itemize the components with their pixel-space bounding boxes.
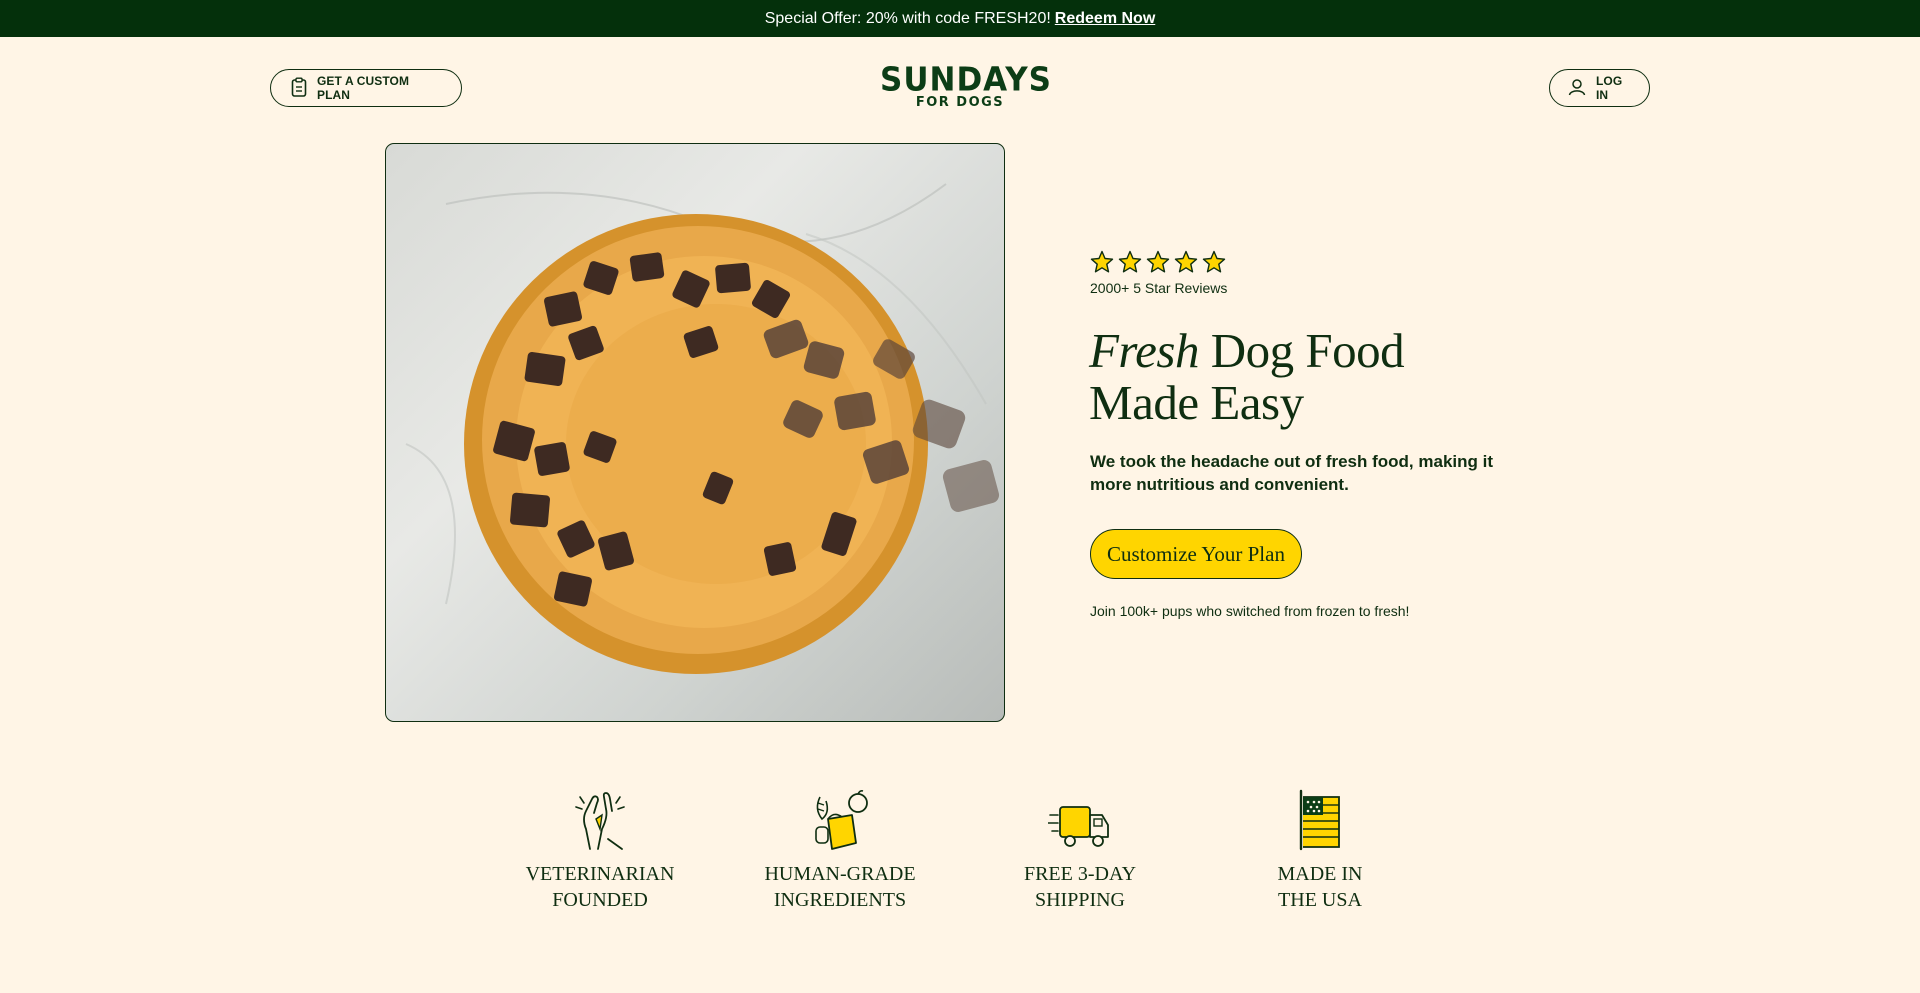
feature-label-line2: SHIPPING (1034, 889, 1126, 911)
feature-label-line1: FREE 3-DAY (1023, 863, 1137, 885)
star-icon (1174, 250, 1198, 273)
hero-subtext: We took the headache out of fresh food, … (1090, 452, 1493, 494)
feature-label-line2: THE USA (1278, 889, 1362, 911)
star-icon (1090, 250, 1114, 273)
hero-image-dog-food-bowl (385, 143, 1005, 722)
star-icon (1146, 250, 1170, 273)
user-icon (1568, 78, 1586, 99)
feature-label-line2: INGREDIENTS (773, 889, 907, 911)
feature-label-line2: FOUNDED (552, 889, 648, 911)
feature-human-grade-ingredients: HUMAN-GRADE INGREDIENTS (750, 785, 930, 913)
feature-label-line1: HUMAN-GRADE (764, 863, 916, 885)
sundays-logo[interactable]: SUNDAYS FOR DOGS (880, 61, 1052, 110)
log-in-button[interactable]: LOG IN (1549, 69, 1650, 107)
rating-stars (1090, 250, 1226, 274)
headline-italic: Fresh (1089, 323, 1200, 378)
redeem-now-link[interactable]: Redeem Now (1055, 10, 1155, 28)
log-in-label: LOG IN (1596, 74, 1623, 102)
clipboard-icon (291, 77, 307, 100)
high-five-icon (575, 792, 625, 850)
feature-veterinarian-founded: VETERINARIAN FOUNDED (510, 785, 690, 913)
ingredients-icon (815, 790, 868, 850)
feature-free-shipping: FREE 3-DAY SHIPPING (990, 785, 1170, 913)
headline-line2: Made Easy (1089, 375, 1304, 430)
reviews-count: 2000+ 5 Star Reviews (1090, 280, 1228, 296)
star-icon (1202, 250, 1226, 273)
feature-label-line1: VETERINARIAN (525, 863, 675, 885)
hero-headline: Fresh Dog Food Made Easy (1089, 323, 1405, 430)
usa-flag-icon (1299, 789, 1340, 851)
feature-made-in-usa: MADE IN THE USA (1230, 785, 1410, 913)
delivery-truck-icon (1048, 806, 1109, 847)
feature-label-line1: MADE IN (1277, 863, 1363, 885)
promo-bar: Special Offer: 20% with code FRESH20! Re… (0, 0, 1920, 37)
join-text: Join 100k+ pups who switched from frozen… (1090, 603, 1410, 619)
logo-title: SUNDAYS (880, 61, 1052, 99)
promo-text: Special Offer: 20% with code FRESH20! (764, 9, 1051, 27)
customize-your-plan-button[interactable]: Customize Your Plan (1090, 529, 1302, 579)
get-custom-plan-button[interactable]: GET A CUSTOM PLAN (270, 69, 462, 107)
plan-button-label: GET A CUSTOM PLAN (317, 74, 410, 102)
headline-rest: Dog Food (1199, 323, 1405, 378)
star-icon (1118, 250, 1142, 273)
